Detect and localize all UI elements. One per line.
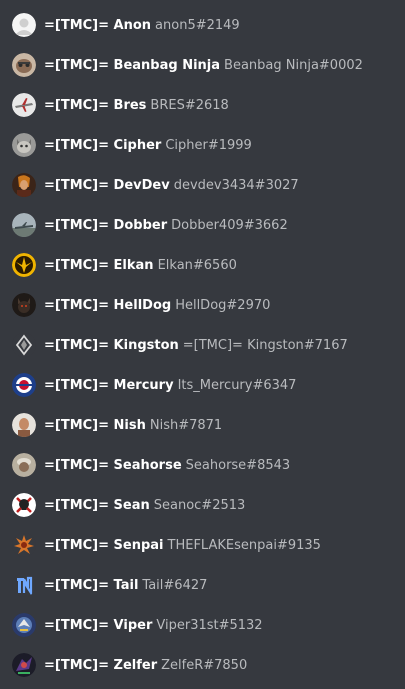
member-username: Cipher#1999 <box>165 137 252 153</box>
member-row-helldog[interactable]: =[TMC]= HellDog HellDog#2970 <box>0 285 405 325</box>
member-nickname: =[TMC]= DevDev <box>44 177 170 193</box>
member-row-bres[interactable]: =[TMC]= Bres BRES#2618 <box>0 85 405 125</box>
member-row-zelfer[interactable]: =[TMC]= Zelfer ZelfeR#7850 <box>0 645 405 685</box>
member-nickname: =[TMC]= Beanbag Ninja <box>44 57 221 73</box>
member-nickname: =[TMC]= Viper <box>44 617 153 633</box>
member-row-kingston[interactable]: =[TMC]= Kingston =[TMC]= Kingston#7167 <box>0 325 405 365</box>
member-username: devdev3434#3027 <box>173 177 299 193</box>
member-username: Nish#7871 <box>149 417 223 433</box>
member-username: Dobber409#3662 <box>171 217 288 233</box>
character-avatar-icon <box>12 173 36 197</box>
member-username: BRES#2618 <box>150 97 229 113</box>
wings-logo-avatar-icon <box>12 333 36 357</box>
member-nickname: =[TMC]= Sean <box>44 497 150 513</box>
member-row-sean[interactable]: =[TMC]= Sean Seanoc#2513 <box>0 485 405 525</box>
member-nickname: =[TMC]= Mercury <box>44 377 174 393</box>
member-nickname: =[TMC]= Zelfer <box>44 657 158 673</box>
member-username: ZelfeR#7850 <box>161 657 248 673</box>
member-row-beanbag-ninja[interactable]: =[TMC]= Beanbag Ninja Beanbag Ninja#0002 <box>0 45 405 85</box>
member-username: Beanbag Ninja#0002 <box>224 57 363 73</box>
member-username: HellDog#2970 <box>175 297 271 313</box>
member-nickname: =[TMC]= Bres <box>44 97 147 113</box>
member-username: =[TMC]= Kingston#7167 <box>182 337 348 353</box>
photo-avatar-icon <box>12 453 36 477</box>
squadron-badge-avatar-icon <box>12 613 36 637</box>
airplane-avatar-icon <box>12 93 36 117</box>
member-nickname: =[TMC]= HellDog <box>44 297 172 313</box>
member-row-dobber[interactable]: =[TMC]= Dobber Dobber409#3662 <box>0 205 405 245</box>
member-row-viper[interactable]: =[TMC]= Viper Viper31st#5132 <box>0 605 405 645</box>
member-nickname: =[TMC]= Cipher <box>44 137 162 153</box>
member-nickname: =[TMC]= Kingston <box>44 337 179 353</box>
member-row-seahorse[interactable]: =[TMC]= Seahorse Seahorse#8543 <box>0 445 405 485</box>
member-row-devdev[interactable]: =[TMC]= DevDev devdev3434#3027 <box>0 165 405 205</box>
member-list: =[TMC]= Anon anon5#2149 =[TMC]= Beanbag … <box>0 5 405 685</box>
member-username: Seanoc#2513 <box>153 497 246 513</box>
member-nickname: =[TMC]= Tail <box>44 577 139 593</box>
cat-avatar-icon <box>12 53 36 77</box>
member-username: Viper31st#5132 <box>156 617 263 633</box>
member-nickname: =[TMC]= Anon <box>44 17 152 33</box>
member-username: anon5#2149 <box>155 17 240 33</box>
dog-avatar-icon <box>12 293 36 317</box>
character-avatar-icon <box>12 653 36 677</box>
member-nickname: =[TMC]= Elkan <box>44 257 154 273</box>
cat-avatar-icon <box>12 133 36 157</box>
member-row-elkan[interactable]: =[TMC]= Elkan Elkan#6560 <box>0 245 405 285</box>
member-row-tail[interactable]: =[TMC]= Tail Tail#6427 <box>0 565 405 605</box>
roundel-avatar-icon <box>12 373 36 397</box>
default-user-avatar-icon <box>12 13 36 37</box>
emblem-avatar-icon <box>12 253 36 277</box>
member-username: Its_Mercury#6347 <box>177 377 297 393</box>
member-username: Tail#6427 <box>142 577 208 593</box>
member-row-senpai[interactable]: =[TMC]= Senpai THEFLAKEsenpai#9135 <box>0 525 405 565</box>
skull-avatar-icon <box>12 493 36 517</box>
member-nickname: =[TMC]= Nish <box>44 417 146 433</box>
jet-avatar-icon <box>12 213 36 237</box>
photo-avatar-icon <box>12 413 36 437</box>
member-username: Seahorse#8543 <box>185 457 291 473</box>
member-nickname: =[TMC]= Seahorse <box>44 457 182 473</box>
letter-logo-avatar-icon <box>12 573 36 597</box>
member-username: THEFLAKEsenpai#9135 <box>167 537 321 553</box>
splash-avatar-icon <box>12 533 36 557</box>
member-username: Elkan#6560 <box>157 257 237 273</box>
member-row-anon[interactable]: =[TMC]= Anon anon5#2149 <box>0 5 405 45</box>
member-row-cipher[interactable]: =[TMC]= Cipher Cipher#1999 <box>0 125 405 165</box>
member-row-nish[interactable]: =[TMC]= Nish Nish#7871 <box>0 405 405 445</box>
member-row-mercury[interactable]: =[TMC]= Mercury Its_Mercury#6347 <box>0 365 405 405</box>
member-nickname: =[TMC]= Senpai <box>44 537 164 553</box>
member-nickname: =[TMC]= Dobber <box>44 217 168 233</box>
